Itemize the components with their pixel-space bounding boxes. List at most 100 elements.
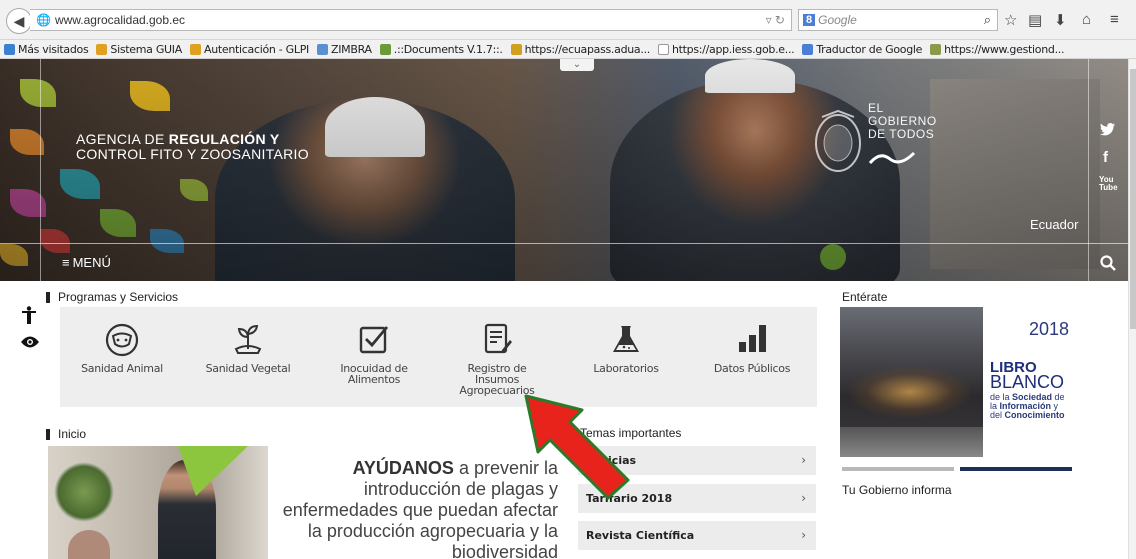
search-placeholder: Google [818, 13, 857, 27]
libro-blanco-banner[interactable]: 2018 LIBRO BLANCO de la Sociedad de la I… [840, 307, 1075, 457]
chevron-right-icon: › [801, 528, 806, 542]
back-button[interactable]: ◀ [6, 8, 32, 34]
bookmark-label: https://app.iess.gob.e... [671, 42, 795, 56]
inicio-section-title: Inicio [46, 427, 86, 441]
agency-logo-text: AGENCIA DE REGULACIÓN Y CONTROL FITO Y Z… [76, 131, 309, 162]
search-bar[interactable]: 8 Google ⌕ [798, 9, 998, 31]
service-label: Inocuidad de Alimentos [340, 362, 408, 386]
browser-nav-bar: ◀ 🌐 www.agrocalidad.gob.ec ▿ ↻ 8 Google … [0, 0, 1136, 40]
programas-section-title: Programas y Servicios [46, 290, 178, 304]
menu-label: MENÚ [72, 255, 111, 270]
download-icon[interactable]: ⬇ [1054, 11, 1067, 29]
search-engine-badge[interactable]: 8 [803, 14, 816, 26]
bookmark-favicon-icon [96, 43, 108, 55]
service-datos-publicos[interactable]: Datos Públicos [692, 307, 812, 374]
bookmark-favicon-icon [4, 43, 15, 55]
bookmark-item[interactable]: https://www.gestiond... [930, 43, 1064, 56]
reload-icon[interactable]: ▿ ↻ [766, 13, 785, 27]
campaign-photo[interactable] [48, 446, 268, 559]
service-registro-insumos[interactable]: Registro de Insumos Agropecuarios [437, 307, 557, 396]
bookmark-item[interactable]: https://app.iess.gob.e... [657, 42, 795, 56]
country-label: Ecuador [1030, 217, 1079, 232]
gobierno-wave-icon [868, 151, 916, 164]
url-bar[interactable]: 🌐 www.agrocalidad.gob.ec ▿ ↻ [30, 9, 792, 31]
bookmark-item[interactable]: Más visitados [4, 42, 89, 56]
plant-photo [54, 462, 114, 522]
service-label: Sanidad Vegetal [205, 362, 291, 375]
cow-icon [105, 323, 139, 357]
url-text: www.agrocalidad.gob.ec [54, 13, 186, 27]
bookmark-item[interactable]: .::Documents V.1.7::. [379, 42, 503, 56]
checkbox-icon [359, 326, 389, 354]
back-arrow-icon: ◀ [13, 12, 25, 29]
bookmark-item[interactable]: https://ecuapass.adua... [510, 42, 651, 56]
chevron-right-icon: › [801, 491, 806, 505]
enterate-section-title: Entérate [842, 290, 888, 304]
magnifier-icon[interactable]: ⌕ [984, 12, 991, 28]
service-laboratorios[interactable]: Laboratorios [566, 307, 686, 374]
flask-icon [613, 326, 639, 352]
service-label: Sanidad Animal [81, 362, 163, 375]
bookmark-favicon-icon [510, 43, 522, 55]
globe-icon: 🌐 [36, 13, 51, 27]
bookmark-item[interactable]: ZIMBRA [317, 43, 372, 56]
bookmark-label: Autenticación - GLPI [203, 42, 309, 56]
service-sanidad-animal[interactable]: Sanidad Animal [62, 307, 182, 374]
gobierno-informa-title: Tu Gobierno informa [842, 483, 952, 497]
scrollbar-thumb[interactable] [1130, 69, 1136, 329]
green-corner-shape [178, 446, 248, 496]
service-label: Datos Públicos [713, 362, 791, 375]
reading-list-icon[interactable]: ▤ [1028, 11, 1042, 29]
carousel-indicator-active[interactable] [960, 467, 1072, 471]
accessibility-person-icon[interactable] [22, 306, 36, 329]
tema-label: Revista Científica [586, 529, 695, 542]
home-icon[interactable]: ⌂ [1082, 11, 1091, 28]
bookmark-label: .::Documents V.1.7::. [393, 42, 503, 56]
bookmark-item[interactable]: Sistema GUIA [96, 43, 182, 56]
hamburger-icon: ≡ [62, 255, 70, 270]
libro-title-2: BLANCO [990, 372, 1065, 392]
eye-contrast-icon[interactable] [20, 334, 40, 354]
star-icon[interactable]: ☆ [1004, 11, 1017, 29]
bookmark-item[interactable]: Autenticación - GLPI [189, 42, 309, 56]
bookmark-favicon-icon [657, 43, 669, 55]
chevron-right-icon: › [801, 453, 806, 467]
bookmark-favicon-icon [802, 43, 814, 55]
ecuador-seal-icon [815, 109, 861, 172]
main-menu-button[interactable]: ≡ MENÚ [62, 255, 111, 270]
carousel-indicator-inactive[interactable] [842, 467, 954, 471]
services-panel: Sanidad Animal Sanidad Vegetal Inocuidad… [60, 307, 817, 407]
facebook-icon[interactable]: f [1103, 149, 1108, 166]
red-arrow-annotation [524, 394, 630, 500]
site-search-icon[interactable] [1100, 255, 1116, 276]
bookmark-favicon-icon [379, 43, 391, 55]
bookmark-item[interactable]: Traductor de Google [802, 43, 922, 56]
twitter-icon[interactable] [1100, 123, 1115, 140]
hero-dropdown-toggle[interactable]: ⌄ [560, 59, 594, 71]
menu-icon[interactable]: ≡ [1110, 11, 1119, 28]
bookmark-label: https://www.gestiond... [944, 42, 1065, 56]
bookmark-label: Más visitados [18, 42, 89, 56]
service-inocuidad-alimentos[interactable]: Inocuidad de Alimentos [314, 307, 434, 385]
bar-chart-icon [739, 325, 766, 352]
youtube-icon[interactable]: You Tube [1099, 176, 1118, 192]
city-night-photo [840, 307, 983, 457]
bookmark-favicon-icon [317, 43, 328, 55]
bookmark-label: https://ecuapass.adua... [524, 42, 651, 56]
service-label: Laboratorios [593, 362, 659, 375]
page-scrollbar[interactable] [1128, 59, 1136, 559]
tema-revista[interactable]: Revista Científica › [578, 521, 816, 550]
hero-banner: ⌄ AGENCIA DE REGULACIÓN Y CONTROL FITO Y… [0, 59, 1128, 281]
libro-subtitle: de la Sociedad de la Información y del C… [990, 392, 1065, 420]
bookmark-label: Sistema GUIA [110, 42, 182, 56]
bookmarks-bar: Más visitados Sistema GUIA Autenticación -… [0, 40, 1136, 59]
libro-year: 2018 [1028, 319, 1069, 339]
document-pen-icon [484, 323, 512, 354]
bookmark-label: Traductor de Google [816, 42, 923, 56]
bookmark-favicon-icon [930, 43, 942, 55]
bookmark-favicon-icon [189, 43, 201, 55]
campaign-text: AYÚDANOS a prevenir la introducción de p… [282, 458, 558, 559]
plant-icon [234, 324, 262, 354]
service-sanidad-vegetal[interactable]: Sanidad Vegetal [188, 307, 308, 374]
bookmark-label: ZIMBRA [331, 42, 372, 56]
